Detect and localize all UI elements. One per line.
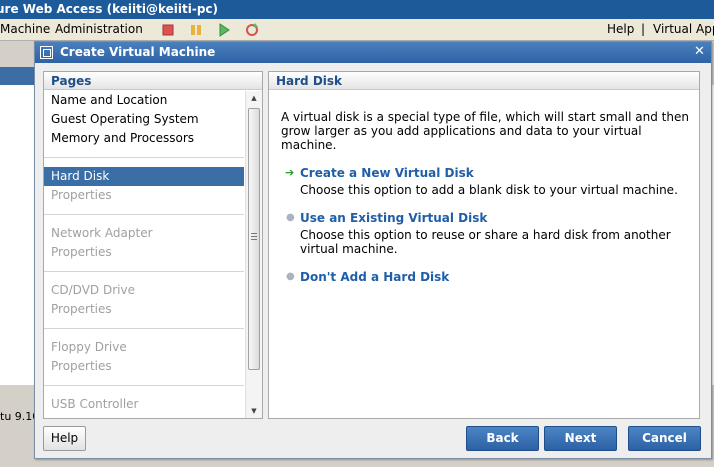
disk-option-description: Choose this option to add a blank disk t… — [300, 183, 678, 197]
disk-option-link[interactable]: Don't Add a Hard Disk — [300, 270, 691, 284]
page-separator — [44, 271, 244, 272]
arrow-right-icon: ➔ — [285, 166, 295, 179]
scroll-up-arrow-icon[interactable]: ▲ — [246, 91, 262, 105]
page-item[interactable]: Name and Location — [44, 91, 244, 110]
disk-option: ➔ Create a New Virtual Disk Choose this op… — [281, 166, 691, 197]
play-icon[interactable] — [216, 22, 232, 38]
dialog-title: Create Virtual Machine — [60, 45, 216, 59]
close-icon[interactable]: ✕ — [692, 44, 707, 59]
page-item: CD/DVD Drive — [51, 283, 135, 297]
page-item: Properties — [51, 188, 112, 202]
back-button[interactable]: Back — [466, 426, 539, 451]
page-item[interactable]: Hard Disk — [44, 167, 244, 186]
background-panel-left — [0, 85, 34, 385]
reset-icon[interactable] — [244, 22, 260, 38]
page-item: Properties — [51, 245, 112, 259]
page-item: Network Adapter — [51, 226, 153, 240]
app-title: ure Web Access (keiiti@keiiti-pc) — [0, 2, 219, 16]
next-button[interactable]: Next — [544, 426, 617, 451]
page-item: Floppy Drive — [51, 340, 127, 354]
page-item: Properties — [51, 359, 112, 373]
pause-icon[interactable] — [188, 22, 204, 38]
page-item[interactable]: Guest Operating System — [44, 110, 244, 129]
bullet-icon: ● — [286, 212, 295, 223]
menu-separator: | — [641, 22, 646, 36]
help-button[interactable]: Help — [43, 426, 86, 451]
disk-option-description: Choose this option to reuse or share a h… — [300, 228, 671, 256]
disk-option-link[interactable]: Use an Existing Virtual Disk — [300, 211, 691, 225]
stop-icon[interactable] — [160, 22, 176, 38]
cancel-button[interactable]: Cancel — [628, 426, 701, 451]
page-item: Properties — [51, 302, 112, 316]
disk-option: ● Don't Add a Hard Disk — [281, 270, 691, 284]
intro-text: A virtual disk is a special type of file… — [281, 110, 689, 152]
page-separator — [44, 214, 244, 215]
pages-scrollbar[interactable]: ▲ ▼ — [245, 91, 262, 418]
disk-option-link[interactable]: Create a New Virtual Disk — [300, 166, 691, 180]
menu-administration[interactable]: Administration — [55, 22, 143, 36]
menu-machine[interactable]: Machine — [0, 22, 50, 36]
create-vm-dialog: Create Virtual Machine ✕ Pages Name and … — [34, 41, 712, 459]
pages-list: Name and Location Guest Operating System M… — [44, 91, 244, 418]
scroll-thumb[interactable] — [248, 108, 260, 370]
page-separator — [44, 328, 244, 329]
page-separator — [44, 385, 244, 386]
dialog-title-bar[interactable]: Create Virtual Machine ✕ — [35, 42, 711, 63]
grip-icon — [251, 233, 257, 240]
page-item: USB Controller — [51, 397, 139, 411]
app-menubar: Machine Administration Help | Virtual Ap… — [0, 19, 714, 41]
background-vm-label: tu 9.10 — [0, 410, 34, 423]
page-item[interactable]: Memory and Processors — [44, 129, 244, 148]
pages-header: Pages — [44, 72, 262, 90]
scroll-down-arrow-icon[interactable]: ▼ — [246, 404, 262, 418]
bullet-icon: ● — [286, 271, 295, 282]
disk-option: ● Use an Existing Virtual Disk Choose this… — [281, 211, 691, 256]
page-separator — [44, 157, 244, 158]
pages-panel: Pages Name and Location Guest Operating S… — [43, 71, 263, 419]
vm-window-icon — [40, 46, 53, 59]
content-header: Hard Disk — [269, 72, 699, 90]
menu-help[interactable]: Help — [607, 22, 634, 36]
app-title-bar: ure Web Access (keiiti@keiiti-pc) — [0, 0, 714, 19]
content-body: A virtual disk is a special type of file… — [281, 110, 691, 284]
menu-virtual-app[interactable]: Virtual App — [653, 22, 714, 36]
disk-options: ➔ Create a New Virtual Disk Choose this op… — [281, 166, 691, 284]
background-list-header — [0, 67, 34, 85]
hard-disk-panel: Hard Disk A virtual disk is a special ty… — [268, 71, 700, 419]
